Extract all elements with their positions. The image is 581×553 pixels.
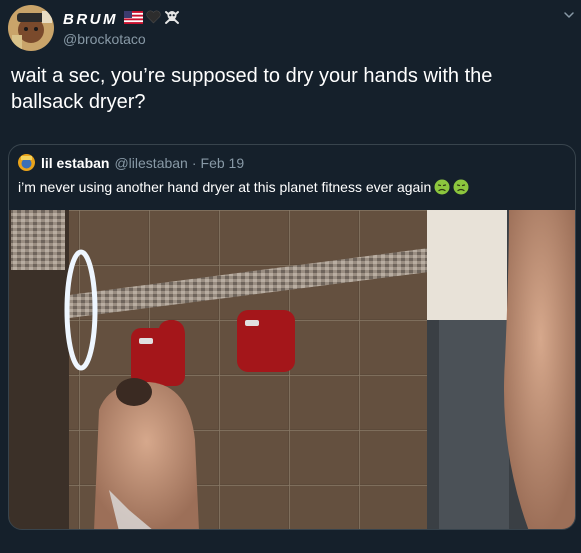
quoted-handle[interactable]: @lilestaban	[114, 155, 187, 171]
tweet-card[interactable]: BRUM @brockotaco wait a sec, you’re supp…	[0, 0, 581, 553]
quoted-tweet[interactable]: lil estaban @lilestaban · Feb 19 i’m nev…	[8, 144, 576, 530]
user-handle[interactable]: @brockotaco	[63, 31, 146, 47]
us-flag-icon	[124, 10, 143, 28]
quoted-display-name[interactable]: lil estaban	[41, 155, 109, 171]
quoted-date[interactable]: Feb 19	[201, 155, 245, 171]
avatar[interactable]	[8, 5, 54, 51]
display-name-text[interactable]: BRUM	[63, 11, 118, 28]
chevron-down-icon[interactable]	[563, 8, 575, 20]
quoted-avatar[interactable]	[18, 154, 35, 171]
quoted-tweet-header: lil estaban @lilestaban · Feb 19	[18, 154, 244, 171]
black-heart-icon	[146, 10, 161, 28]
quoted-tweet-text-row: i’m never using another hand dryer at th…	[18, 179, 469, 195]
quoted-photo[interactable]	[9, 210, 575, 529]
separator-dot: ·	[191, 154, 197, 171]
quoted-tweet-text: i’m never using another hand dryer at th…	[18, 179, 432, 195]
skull-crossbones-icon	[164, 9, 180, 29]
tweet-text: wait a sec, you’re supposed to dry your …	[11, 65, 493, 113]
display-name[interactable]: BRUM	[63, 9, 180, 29]
nauseated-face-icon	[434, 179, 450, 195]
nauseated-face-icon	[453, 179, 469, 195]
